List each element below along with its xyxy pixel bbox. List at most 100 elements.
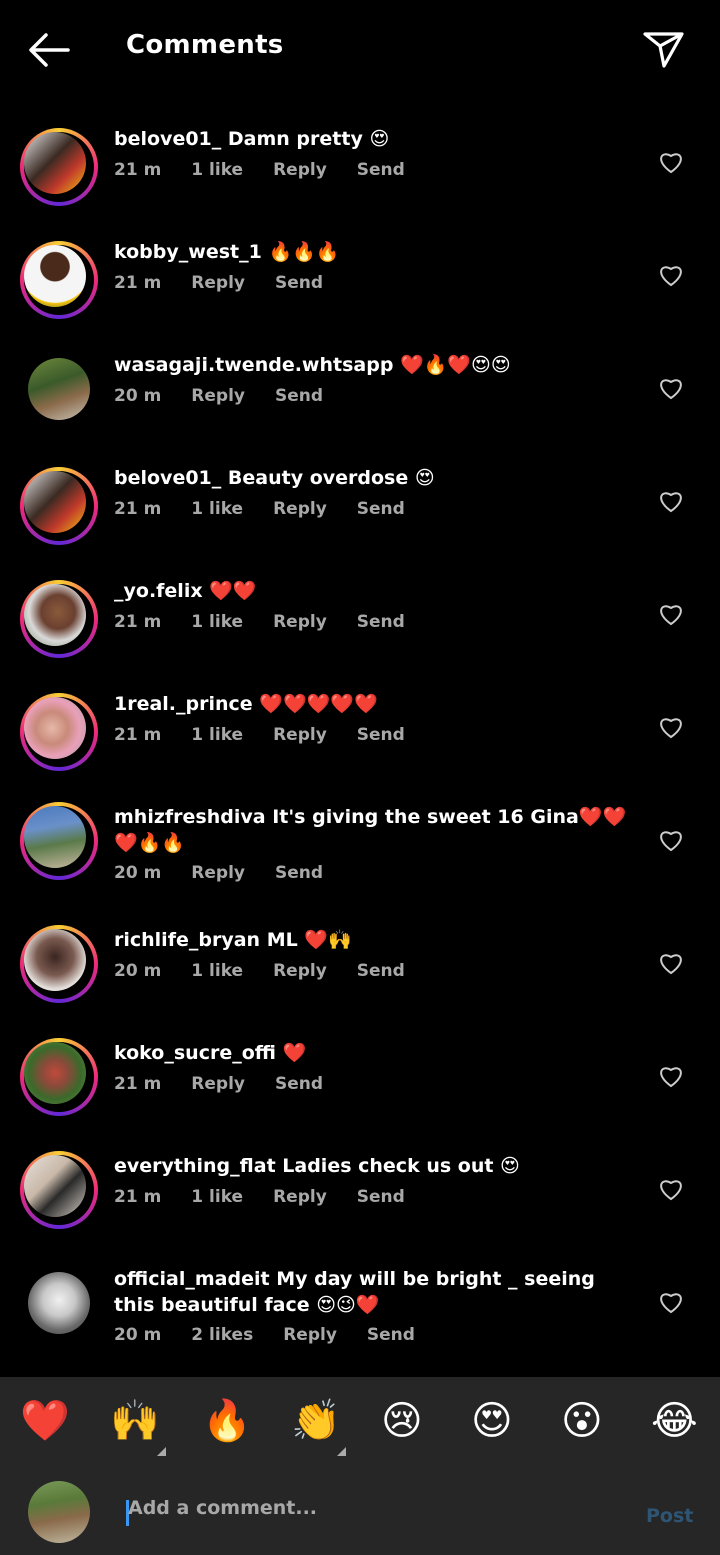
like-heart-icon[interactable] bbox=[658, 715, 684, 739]
like-heart-icon[interactable] bbox=[658, 828, 684, 852]
like-heart-icon[interactable] bbox=[658, 263, 684, 287]
reply-button[interactable]: Reply bbox=[191, 386, 245, 406]
comment-body: Ladies check us out 😍 bbox=[282, 1155, 520, 1177]
comment-likes[interactable]: 1 like bbox=[191, 160, 243, 180]
comment-likes[interactable]: 2 likes bbox=[191, 1325, 253, 1345]
reply-button[interactable]: Reply bbox=[283, 1325, 337, 1345]
avatar[interactable] bbox=[20, 1038, 98, 1116]
send-button[interactable]: Send bbox=[357, 499, 405, 519]
comment-meta: 20 m 1 like Reply Send bbox=[114, 961, 435, 981]
comment-likes[interactable]: 1 like bbox=[191, 725, 243, 745]
comment-username[interactable]: kobby_west_1 bbox=[114, 241, 262, 263]
comment-meta: 20 m Reply Send bbox=[114, 386, 353, 406]
comment-input[interactable]: Add a comment... bbox=[128, 1497, 317, 1519]
like-heart-icon[interactable] bbox=[658, 951, 684, 975]
comment-username[interactable]: belove01_ bbox=[114, 467, 221, 489]
comment-body: ❤️🔥❤️😍😍 bbox=[400, 354, 511, 376]
send-button[interactable]: Send bbox=[367, 1325, 415, 1345]
post-button[interactable]: Post bbox=[646, 1505, 693, 1527]
send-button[interactable]: Send bbox=[357, 612, 405, 632]
reply-button[interactable]: Reply bbox=[273, 612, 327, 632]
send-button[interactable]: Send bbox=[275, 863, 323, 883]
skin-tone-indicator-icon bbox=[157, 1447, 166, 1456]
comment-text: mhizfreshdiva It's giving the sweet 16 G… bbox=[114, 804, 634, 856]
comment-text: wasagaji.twende.whtsapp ❤️🔥❤️😍😍 bbox=[114, 352, 634, 378]
comment-meta: 21 m Reply Send bbox=[114, 1074, 353, 1094]
comment-body: Damn pretty 😍 bbox=[227, 128, 390, 150]
reaction-heart-emoji[interactable]: ❤️ bbox=[20, 1397, 70, 1445]
comment-meta: 21 m 1 like Reply Send bbox=[114, 612, 435, 632]
back-arrow-icon[interactable] bbox=[26, 30, 72, 70]
comment-text: richlife_bryan ML ❤️🙌 bbox=[114, 927, 634, 953]
comment-composer: Add a comment... Post bbox=[0, 1473, 720, 1555]
comment-username[interactable]: koko_sucre_offi bbox=[114, 1042, 276, 1064]
comment-body: ML ❤️🙌 bbox=[266, 929, 352, 951]
like-heart-icon[interactable] bbox=[658, 150, 684, 174]
reply-button[interactable]: Reply bbox=[191, 1074, 245, 1094]
reply-button[interactable]: Reply bbox=[273, 725, 327, 745]
avatar[interactable] bbox=[20, 1151, 98, 1229]
page-title: Comments bbox=[126, 30, 284, 60]
comment-username[interactable]: official_madeit bbox=[114, 1268, 270, 1290]
avatar[interactable] bbox=[20, 925, 98, 1003]
comment-likes[interactable]: 1 like bbox=[191, 1187, 243, 1207]
comment-username[interactable]: mhizfreshdiva bbox=[114, 806, 266, 828]
send-button[interactable]: Send bbox=[357, 725, 405, 745]
like-heart-icon[interactable] bbox=[658, 1064, 684, 1088]
comment-likes[interactable]: 1 like bbox=[191, 961, 243, 981]
like-heart-icon[interactable] bbox=[658, 602, 684, 626]
reply-button[interactable]: Reply bbox=[191, 273, 245, 293]
reply-button[interactable]: Reply bbox=[273, 961, 327, 981]
skin-tone-indicator-icon bbox=[337, 1447, 346, 1456]
reaction-surprised-emoji[interactable]: 😮 bbox=[561, 1397, 603, 1445]
reaction-fire-emoji[interactable]: 🔥 bbox=[202, 1397, 252, 1445]
avatar[interactable] bbox=[20, 128, 98, 206]
reply-button[interactable]: Reply bbox=[273, 1187, 327, 1207]
reaction-heart-eyes-emoji[interactable]: 😍 bbox=[471, 1397, 513, 1445]
comment-body: ❤️❤️ bbox=[209, 580, 257, 602]
send-button[interactable]: Send bbox=[275, 1074, 323, 1094]
send-button[interactable]: Send bbox=[275, 273, 323, 293]
comment-meta: 20 m Reply Send bbox=[114, 863, 353, 883]
like-heart-icon[interactable] bbox=[658, 1290, 684, 1314]
comment-text: _yo.felix ❤️❤️ bbox=[114, 578, 634, 604]
send-button[interactable]: Send bbox=[357, 961, 405, 981]
send-button[interactable]: Send bbox=[357, 160, 405, 180]
reaction-crying-emoji[interactable]: 😢 bbox=[381, 1397, 423, 1445]
avatar[interactable] bbox=[20, 693, 98, 771]
reply-button[interactable]: Reply bbox=[273, 499, 327, 519]
direct-send-icon[interactable] bbox=[642, 28, 686, 70]
comment-username[interactable]: 1real._prince bbox=[114, 693, 253, 715]
comment-username[interactable]: wasagaji.twende.whtsapp bbox=[114, 354, 393, 376]
comment-text: everything_flat Ladies check us out 😍 bbox=[114, 1153, 634, 1179]
reply-button[interactable]: Reply bbox=[273, 160, 327, 180]
reaction-raised-hands-emoji[interactable]: 🙌 bbox=[110, 1397, 160, 1445]
avatar[interactable] bbox=[28, 1272, 90, 1334]
avatar[interactable] bbox=[20, 802, 98, 880]
like-heart-icon[interactable] bbox=[658, 489, 684, 513]
comment-time: 20 m bbox=[114, 386, 162, 406]
avatar[interactable] bbox=[20, 467, 98, 545]
send-button[interactable]: Send bbox=[357, 1187, 405, 1207]
comment-username[interactable]: belove01_ bbox=[114, 128, 221, 150]
header-bar: Comments bbox=[0, 0, 720, 96]
reply-button[interactable]: Reply bbox=[191, 863, 245, 883]
send-button[interactable]: Send bbox=[275, 386, 323, 406]
comment-username[interactable]: _yo.felix bbox=[114, 580, 203, 602]
comment-username[interactable]: richlife_bryan bbox=[114, 929, 260, 951]
avatar[interactable] bbox=[20, 580, 98, 658]
avatar[interactable] bbox=[28, 358, 90, 420]
current-user-avatar bbox=[28, 1481, 90, 1543]
like-heart-icon[interactable] bbox=[658, 376, 684, 400]
comment-meta: 20 m 2 likes Reply Send bbox=[114, 1325, 445, 1345]
avatar[interactable] bbox=[20, 241, 98, 319]
comment-username[interactable]: everything_flat bbox=[114, 1155, 276, 1177]
reaction-clap-emoji[interactable]: 👏 bbox=[291, 1397, 341, 1445]
comment-time: 21 m bbox=[114, 725, 162, 745]
comment-meta: 21 m 1 like Reply Send bbox=[114, 725, 435, 745]
comment-likes[interactable]: 1 like bbox=[191, 612, 243, 632]
reaction-laughing-emoji[interactable]: 😂 bbox=[651, 1397, 698, 1445]
comment-time: 21 m bbox=[114, 273, 162, 293]
comment-likes[interactable]: 1 like bbox=[191, 499, 243, 519]
like-heart-icon[interactable] bbox=[658, 1177, 684, 1201]
